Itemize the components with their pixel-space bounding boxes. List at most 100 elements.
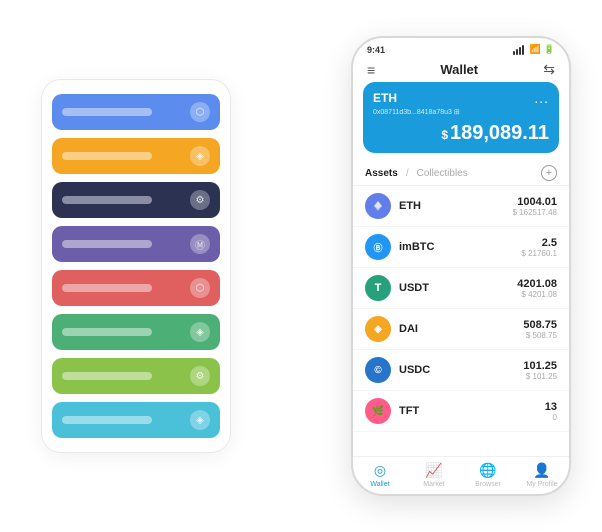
tab-assets[interactable]: Assets (365, 168, 398, 179)
card-text-bar-6 (62, 372, 152, 380)
bottom-nav-wallet[interactable]: ◎ Wallet (353, 462, 407, 488)
card-text-bar-1 (62, 152, 152, 160)
asset-list: ETH 1004.01 $ 162517.48 Ⓑ imBTC 2.5 $ 21… (353, 186, 569, 456)
bottom-nav-browser[interactable]: 🌐 Browser (461, 462, 515, 488)
asset-icon-dai: ◈ (365, 316, 391, 342)
card-item-1[interactable]: ◈ (52, 138, 220, 174)
asset-name-imbtc: imBTC (399, 241, 521, 253)
asset-amount-usd-eth: $ 162517.48 (513, 208, 558, 217)
browser-nav-label: Browser (475, 481, 501, 488)
asset-amount-usd-usdc: $ 101.25 (523, 372, 557, 381)
card-icon-4: ⬡ (190, 278, 210, 298)
asset-item-tft[interactable]: 🌿 TFT 13 0 (353, 391, 569, 432)
card-item-3[interactable]: Ⓜ (52, 226, 220, 262)
phone-mockup: 9:41 📶 🔋 ≡ Wallet ⇆ ETH ... (351, 36, 571, 496)
nav-title: Wallet (440, 62, 478, 77)
assets-header: Assets / Collectibles + (353, 161, 569, 186)
card-stack: ⬡ ◈ ⚙ Ⓜ ⬡ ◈ ⚙ ◈ (41, 79, 231, 453)
asset-amount-usd-tft: 0 (545, 413, 557, 422)
wallet-nav-icon: ◎ (374, 462, 386, 479)
card-text-bar-7 (62, 416, 152, 424)
bottom-nav-profile[interactable]: 👤 My Profile (515, 462, 569, 488)
profile-nav-icon: 👤 (533, 462, 550, 479)
eth-card[interactable]: ETH ... 0x08711d3b...8418a78u3 ⊞ $189,08… (363, 82, 559, 153)
card-item-4[interactable]: ⬡ (52, 270, 220, 306)
market-nav-label: Market (423, 481, 444, 488)
scan-icon[interactable]: ⇆ (543, 61, 555, 78)
asset-name-tft: TFT (399, 405, 545, 417)
asset-amounts-dai: 508.75 $ 508.75 (523, 319, 557, 340)
card-text-bar-5 (62, 328, 152, 336)
asset-amounts-usdt: 4201.08 $ 4201.08 (517, 278, 557, 299)
asset-name-usdc: USDC (399, 364, 523, 376)
asset-amount-main-usdt: 4201.08 (517, 278, 557, 290)
bottom-nav: ◎ Wallet 📈 Market 🌐 Browser 👤 My Profile (353, 456, 569, 494)
card-icon-3: Ⓜ (190, 234, 210, 254)
asset-amounts-tft: 13 0 (545, 401, 557, 422)
asset-amount-main-imbtc: 2.5 (521, 237, 557, 249)
scene: ⬡ ◈ ⚙ Ⓜ ⬡ ◈ ⚙ ◈ (21, 21, 581, 511)
card-icon-5: ◈ (190, 322, 210, 342)
wallet-nav-label: Wallet (370, 481, 389, 488)
signal-icon (513, 45, 524, 55)
asset-amount-main-dai: 508.75 (523, 319, 557, 331)
asset-item-usdt[interactable]: T USDT 4201.08 $ 4201.08 (353, 268, 569, 309)
wifi-icon: 📶 (530, 44, 541, 55)
card-text-bar-4 (62, 284, 152, 292)
eth-card-balance: $189,089.11 (373, 122, 549, 145)
tab-collectibles[interactable]: Collectibles (417, 168, 468, 179)
browser-nav-icon: 🌐 (479, 462, 496, 479)
nav-bar: ≡ Wallet ⇆ (353, 57, 569, 82)
market-nav-icon: 📈 (425, 462, 442, 479)
asset-item-usdc[interactable]: © USDC 101.25 $ 101.25 (353, 350, 569, 391)
asset-item-dai[interactable]: ◈ DAI 508.75 $ 508.75 (353, 309, 569, 350)
assets-tabs: Assets / Collectibles (365, 168, 468, 179)
card-icon-7: ◈ (190, 410, 210, 430)
card-item-5[interactable]: ◈ (52, 314, 220, 350)
asset-amounts-usdc: 101.25 $ 101.25 (523, 360, 557, 381)
currency-symbol: $ (441, 128, 448, 142)
asset-amount-usd-dai: $ 508.75 (523, 331, 557, 340)
card-text-bar-3 (62, 240, 152, 248)
asset-amount-usd-usdt: $ 4201.08 (517, 290, 557, 299)
status-time: 9:41 (367, 45, 385, 55)
asset-icon-eth (365, 193, 391, 219)
asset-icon-imbtc: Ⓑ (365, 234, 391, 260)
card-item-7[interactable]: ◈ (52, 402, 220, 438)
balance-amount: 189,089.11 (450, 122, 549, 144)
battery-icon: 🔋 (544, 44, 555, 55)
eth-card-name: ETH (373, 91, 397, 105)
asset-amount-usd-imbtc: $ 21760.1 (521, 249, 557, 258)
card-item-0[interactable]: ⬡ (52, 94, 220, 130)
asset-icon-usdc: © (365, 357, 391, 383)
asset-item-eth[interactable]: ETH 1004.01 $ 162517.48 (353, 186, 569, 227)
menu-icon[interactable]: ≡ (367, 62, 375, 78)
asset-name-usdt: USDT (399, 282, 517, 294)
status-bar: 9:41 📶 🔋 (353, 38, 569, 57)
card-item-6[interactable]: ⚙ (52, 358, 220, 394)
asset-name-eth: ETH (399, 200, 513, 212)
card-item-2[interactable]: ⚙ (52, 182, 220, 218)
asset-amount-main-eth: 1004.01 (513, 196, 558, 208)
asset-amount-main-tft: 13 (545, 401, 557, 413)
tab-separator: / (406, 168, 409, 179)
card-text-bar-0 (62, 108, 152, 116)
status-icons: 📶 🔋 (513, 44, 555, 55)
profile-nav-label: My Profile (526, 481, 557, 488)
card-icon-1: ◈ (190, 146, 210, 166)
asset-name-dai: DAI (399, 323, 523, 335)
eth-card-more-icon[interactable]: ... (534, 90, 549, 106)
bottom-nav-market[interactable]: 📈 Market (407, 462, 461, 488)
asset-amount-main-usdc: 101.25 (523, 360, 557, 372)
add-asset-button[interactable]: + (541, 165, 557, 181)
asset-item-imbtc[interactable]: Ⓑ imBTC 2.5 $ 21760.1 (353, 227, 569, 268)
asset-amounts-eth: 1004.01 $ 162517.48 (513, 196, 558, 217)
card-icon-6: ⚙ (190, 366, 210, 386)
eth-card-header: ETH ... (373, 90, 549, 106)
eth-card-address: 0x08711d3b...8418a78u3 ⊞ (373, 108, 549, 116)
card-text-bar-2 (62, 196, 152, 204)
asset-amounts-imbtc: 2.5 $ 21760.1 (521, 237, 557, 258)
card-icon-0: ⬡ (190, 102, 210, 122)
card-icon-2: ⚙ (190, 190, 210, 210)
asset-icon-usdt: T (365, 275, 391, 301)
